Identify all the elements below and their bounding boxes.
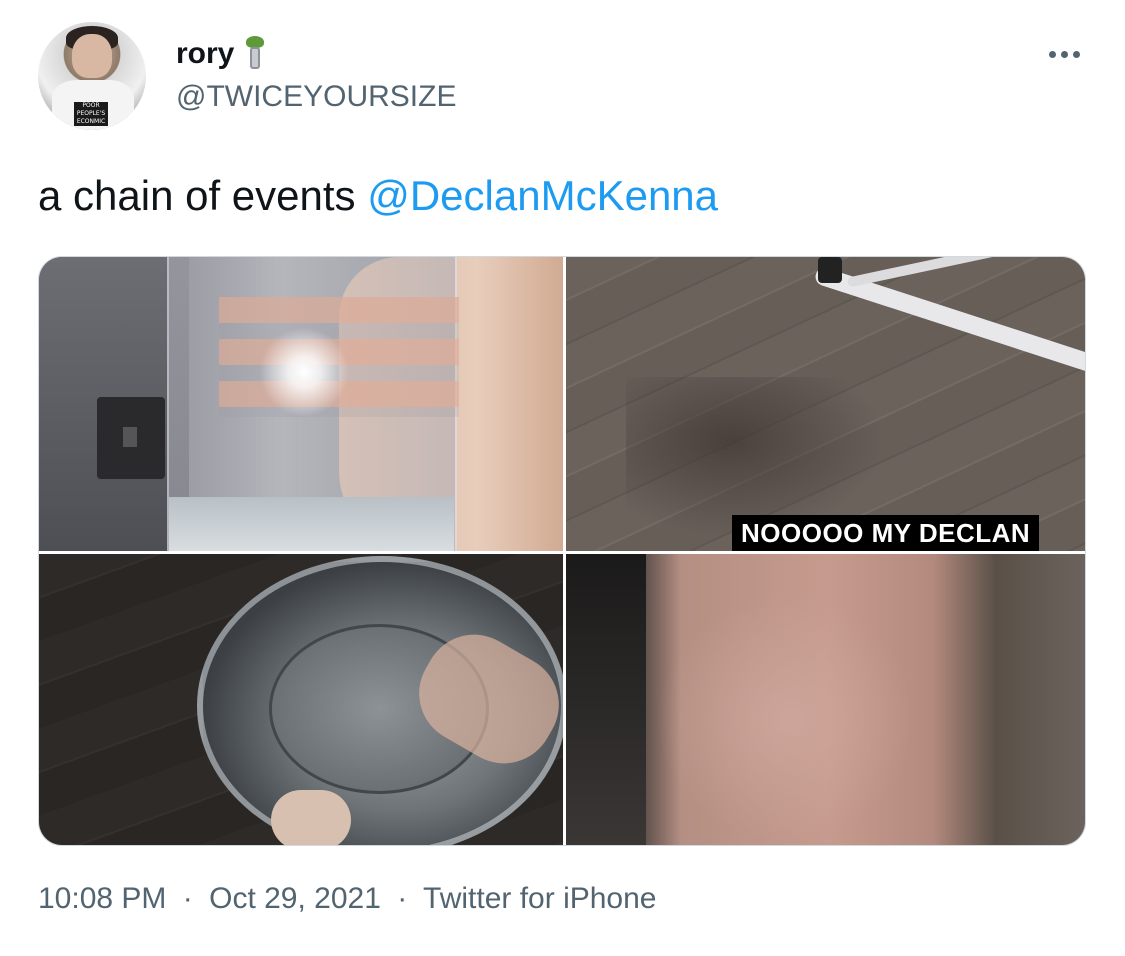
avatar[interactable]: POOR PEOPLE'S ECONMIC xyxy=(38,22,146,130)
more-horizontal-icon[interactable] xyxy=(1044,48,1084,60)
mention-link[interactable]: @DeclanMcKenna xyxy=(367,172,718,219)
tweet-source[interactable]: Twitter for iPhone xyxy=(423,882,656,915)
display-name[interactable]: rory xyxy=(176,37,234,71)
tweet-header: POOR PEOPLE'S ECONMIC rory @TWICEYOURSIZE xyxy=(38,22,1088,132)
photo-spilled-water[interactable]: NOOOOO MY DECLAN xyxy=(566,257,1085,551)
tweet-meta: 10:08 PM · Oct 29, 2021 · Twitter for iP… xyxy=(38,882,656,916)
meta-separator: · xyxy=(182,882,193,915)
tweet-time[interactable]: 10:08 PM xyxy=(38,882,166,915)
photo-empty-cup[interactable] xyxy=(39,554,563,845)
photo-blurry-fabric[interactable] xyxy=(566,554,1085,845)
meta-separator: · xyxy=(397,882,408,915)
author-name-row: rory xyxy=(176,36,266,72)
tweet-body: a chain of events xyxy=(38,172,356,219)
avatar-shirt-print: POOR PEOPLE'S ECONMIC xyxy=(74,102,108,126)
author-handle[interactable]: @TWICEYOURSIZE xyxy=(176,80,456,114)
tweet-date[interactable]: Oct 29, 2021 xyxy=(209,882,381,915)
photo-caption: NOOOOO MY DECLAN xyxy=(732,515,1040,551)
photo-hand-holding-cup[interactable] xyxy=(39,257,563,551)
tweet-text: a chain of events @DeclanMcKenna xyxy=(38,172,718,220)
media-grid: NOOOOO MY DECLAN xyxy=(38,256,1086,846)
flagpole-icon xyxy=(244,36,266,72)
